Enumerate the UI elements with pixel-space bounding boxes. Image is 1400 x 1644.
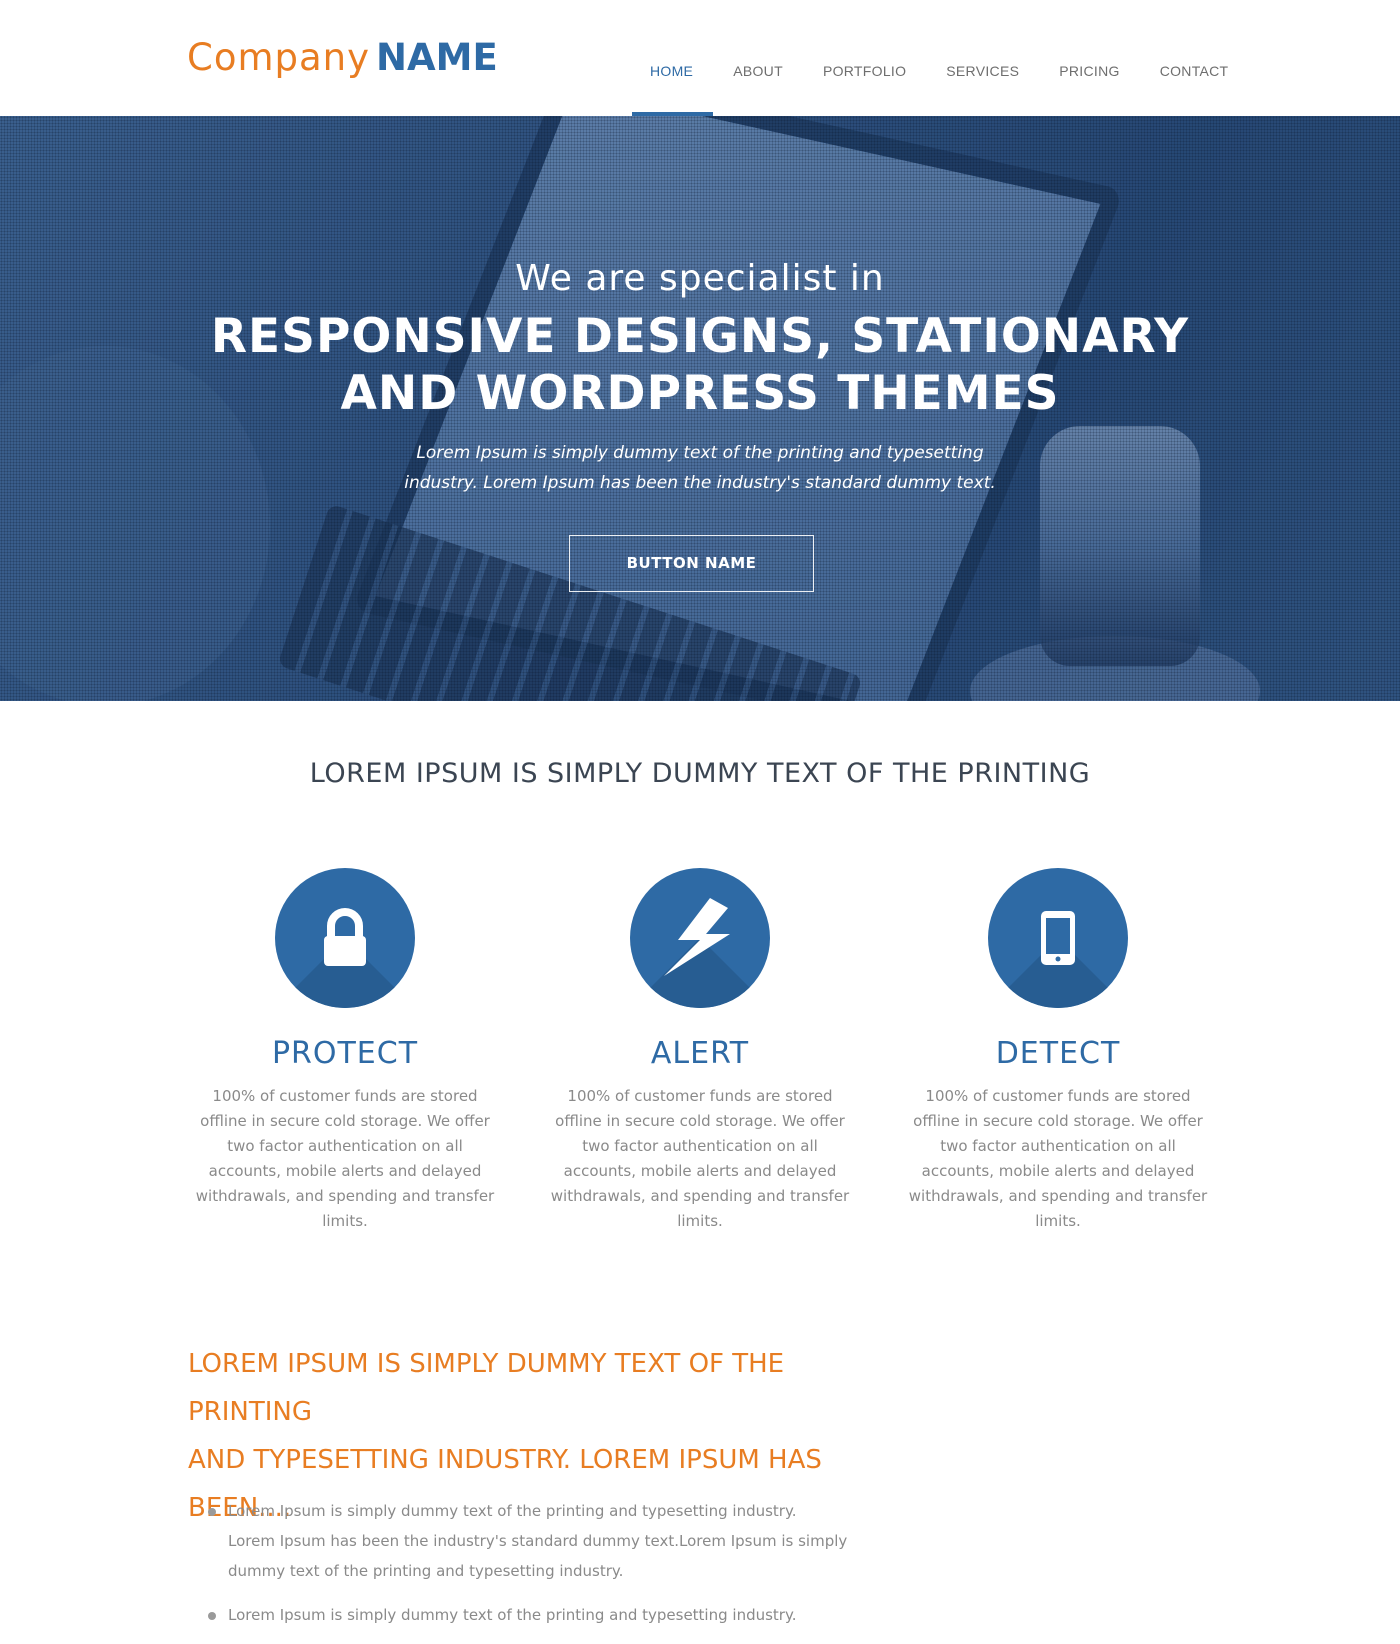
hero-title: RESPONSIVE DESIGNS, STATIONARY AND WORDP… [0, 308, 1400, 422]
lower-heading-line-1: LOREM IPSUM IS SIMPLY DUMMY TEXT OF THE … [188, 1349, 785, 1427]
hero-banner: We are specialist in RESPONSIVE DESIGNS,… [0, 116, 1400, 701]
feature-icon-circle [630, 868, 770, 1008]
hero-description: Lorem Ipsum is simply dummy text of the … [0, 438, 1400, 498]
features-title: LOREM IPSUM IS SIMPLY DUMMY TEXT OF THE … [309, 758, 1091, 789]
list-item: Lorem Ipsum is simply dummy text of the … [208, 1496, 848, 1586]
logo-company-text: Company [187, 36, 371, 79]
feature-title: ALERT [650, 1036, 750, 1071]
feature-icon-circle [988, 868, 1128, 1008]
nav-item-services[interactable]: SERVICES [926, 0, 1039, 116]
nav-item-contact[interactable]: CONTACT [1140, 0, 1249, 116]
lightning-icon [664, 898, 730, 976]
mobile-phone-icon [1041, 911, 1075, 965]
nav-item-portfolio[interactable]: PORTFOLIO [803, 0, 926, 116]
feature-icon-circle [275, 868, 415, 1008]
feature-title: DETECT [995, 1036, 1121, 1071]
nav-item-home[interactable]: HOME [630, 0, 714, 116]
feature-title: PROTECT [271, 1036, 419, 1071]
feature-description: 100% of customer funds are stored offlin… [195, 1087, 495, 1230]
feature-description: 100% of customer funds are stored offlin… [908, 1087, 1208, 1230]
feature-description: 100% of customer funds are stored offlin… [550, 1087, 850, 1230]
bullet-dot-icon [208, 1508, 216, 1516]
hero-title-line-2: AND WORDPRESS THEMES [340, 366, 1060, 421]
list-item-text: Lorem Ipsum is simply dummy text of the … [228, 1502, 848, 1580]
feature-protect: PROTECT 100% of customer funds are store… [190, 868, 500, 1234]
list-item: Lorem Ipsum is simply dummy text of the … [208, 1600, 848, 1630]
hero-desc-line-1: Lorem Ipsum is simply dummy text of the … [416, 443, 984, 463]
hero-desc-line-2: industry. Lorem Ipsum has been the indus… [404, 473, 996, 493]
list-item-text: Lorem Ipsum is simply dummy text of the … [228, 1606, 797, 1624]
bullet-list: Lorem Ipsum is simply dummy text of the … [208, 1496, 848, 1644]
feature-alert: ALERT 100% of customer funds are stored … [545, 868, 855, 1234]
nav-item-about[interactable]: ABOUT [713, 0, 803, 116]
feature-detect: DETECT 100% of customer funds are stored… [903, 868, 1213, 1234]
bullet-dot-icon [208, 1612, 216, 1620]
hero-cta-button[interactable]: BUTTON NAME [569, 535, 814, 592]
nav-item-pricing[interactable]: PRICING [1039, 0, 1139, 116]
site-header: Company NAME HOME ABOUT PORTFOLIO SERVICE… [0, 0, 1400, 116]
hero-title-line-1: RESPONSIVE DESIGNS, STATIONARY [210, 309, 1190, 364]
main-nav: HOME ABOUT PORTFOLIO SERVICES PRICING CO… [630, 0, 1248, 116]
company-logo[interactable]: Company NAME [187, 36, 498, 80]
lock-icon [324, 908, 366, 966]
hero-intro: We are specialist in [515, 258, 885, 299]
logo-name-text: NAME [376, 36, 498, 79]
